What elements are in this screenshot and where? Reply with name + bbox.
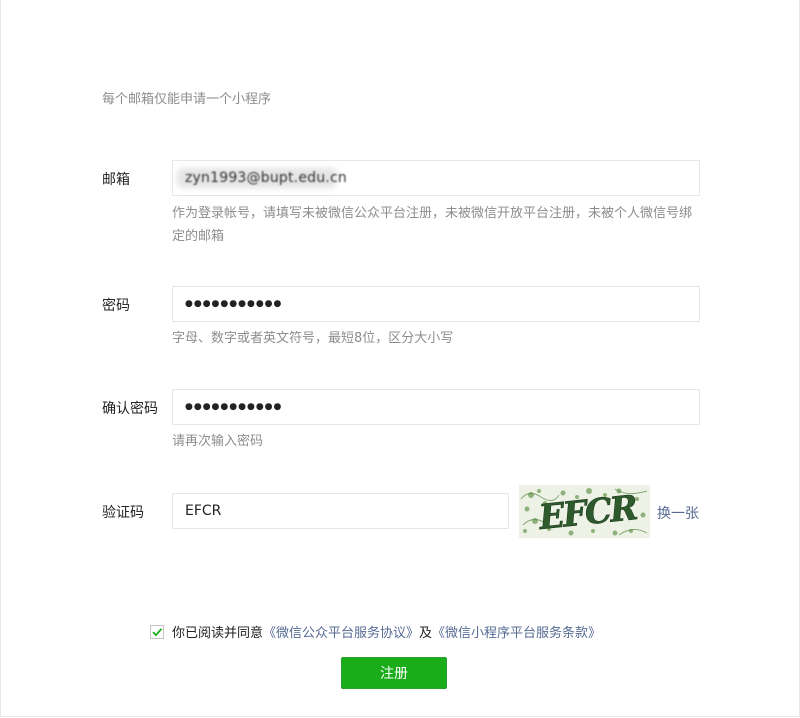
email-tip: 作为登录帐号，请填写未被微信公众平台注册，未被微信开放平台注册，未被个人微信号绑… (172, 206, 693, 244)
email-field[interactable]: zyn1993@bupt.edu.cn (172, 160, 700, 196)
captcha-input[interactable]: EFCR (172, 493, 509, 529)
captcha-label: 验证码 (102, 505, 144, 521)
agreement-row: 你已阅读并同意 《微信公众平台服务协议》 及 《微信小程序平台服务条款》 (150, 622, 601, 641)
page-frame (0, 0, 800, 717)
captcha-image[interactable]: EFCR (519, 485, 650, 538)
agree-checkbox[interactable] (150, 624, 164, 639)
notice-text: 每个邮箱仅能申请一个小程序 (102, 92, 272, 107)
confirm-password-field[interactable]: ●●●●●●●●●●● (172, 389, 700, 425)
confirm-password-label: 确认密码 (102, 401, 158, 417)
agreement-middle: 及 (419, 626, 433, 641)
agreement-prefix: 你已阅读并同意 (172, 626, 264, 641)
password-tip: 字母、数字或者英文符号，最短8位，区分大小写 (172, 331, 454, 346)
register-button[interactable]: 注册 (341, 657, 447, 689)
refresh-captcha-link[interactable]: 换一张 (657, 503, 699, 523)
email-value: zyn1993@bupt.edu.cn (185, 170, 347, 186)
email-label: 邮箱 (102, 172, 130, 188)
password-field[interactable]: ●●●●●●●●●●● (172, 286, 700, 322)
service-terms-link[interactable]: 《微信小程序平台服务条款》 (432, 622, 601, 641)
checkmark-icon (152, 627, 163, 636)
password-label: 密码 (102, 298, 130, 314)
confirm-password-tip: 请再次输入密码 (172, 434, 264, 449)
service-agreement-link[interactable]: 《微信公众平台服务协议》 (263, 622, 419, 641)
